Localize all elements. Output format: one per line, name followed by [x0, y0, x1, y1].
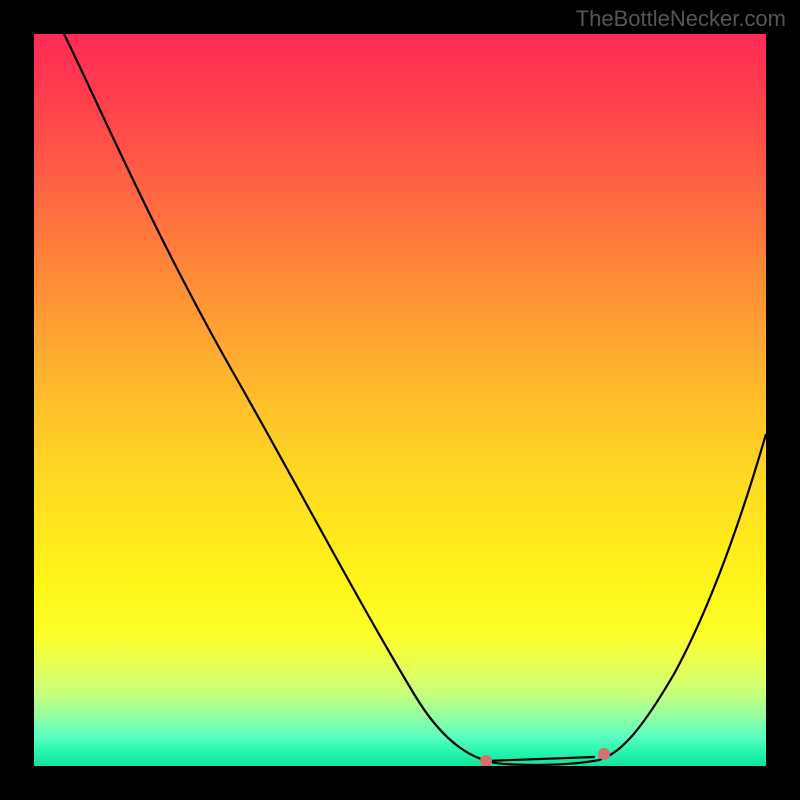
optimal-band — [486, 757, 594, 761]
chart-svg — [34, 34, 766, 766]
optimal-band-start-dot — [480, 755, 492, 766]
bottleneck-curve — [64, 34, 766, 765]
optimal-band-end-dot — [598, 748, 610, 760]
plot-area — [34, 34, 766, 766]
watermark-text: TheBottleNecker.com — [576, 6, 786, 32]
